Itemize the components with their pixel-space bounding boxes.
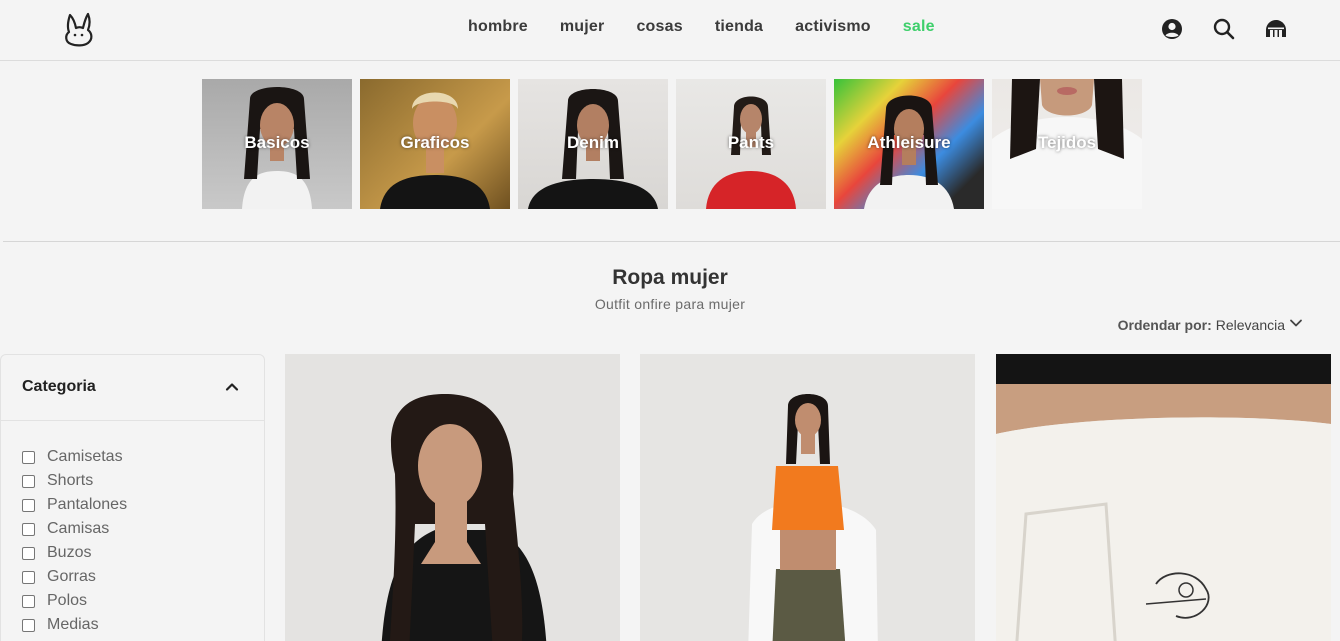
nav-item-activismo[interactable]: activismo xyxy=(795,18,871,36)
checkbox[interactable] xyxy=(22,546,35,560)
filter-option-shorts[interactable]: Shorts xyxy=(1,469,264,493)
filter-options: Camisetas Shorts Pantalones Camisas Buzo… xyxy=(1,421,264,637)
filter-option-label: Camisetas xyxy=(47,448,123,465)
sort-value: Relevancia xyxy=(1215,316,1285,333)
filter-option-pantalones[interactable]: Pantalones xyxy=(1,493,264,517)
product-image xyxy=(996,354,1331,641)
filter-option-buzos[interactable]: Buzos xyxy=(1,541,264,565)
user-icon[interactable] xyxy=(1160,17,1184,41)
category-card-denim[interactable]: Denim xyxy=(518,79,668,209)
category-label: Basicos xyxy=(244,133,310,152)
filter-sidebar: Categoria Camisetas Shorts Pantalones Ca… xyxy=(0,354,265,641)
filter-option-label: Medias xyxy=(47,616,99,633)
chevron-down-icon xyxy=(1289,316,1303,333)
checkbox[interactable] xyxy=(22,450,35,464)
filter-category-title: Categoria xyxy=(22,378,96,395)
product-card[interactable] xyxy=(996,354,1331,641)
filter-option-label: Polos xyxy=(47,592,88,609)
category-card-athleisure[interactable]: Athleisure xyxy=(834,79,984,209)
category-label: Graficos xyxy=(400,133,470,152)
filter-option-camisetas[interactable]: Camisetas xyxy=(1,445,264,469)
category-card-basicos[interactable]: Basicos xyxy=(202,79,352,209)
filter-option-label: Camisas xyxy=(47,520,110,537)
filter-option-gorras[interactable]: Gorras xyxy=(1,565,264,589)
checkbox[interactable] xyxy=(22,498,35,512)
bunny-logo-icon[interactable] xyxy=(62,11,96,47)
sort-dropdown[interactable]: Ordendar por: Relevancia xyxy=(1118,316,1303,333)
search-icon[interactable] xyxy=(1212,17,1236,41)
nav-item-hombre[interactable]: hombre xyxy=(468,18,528,36)
filter-option-label: Gorras xyxy=(47,568,96,585)
filter-option-camisas[interactable]: Camisas xyxy=(1,517,264,541)
category-label: Tejidos xyxy=(1037,133,1097,152)
nav-item-mujer[interactable]: mujer xyxy=(560,18,605,36)
nav-item-sale[interactable]: sale xyxy=(903,18,935,36)
category-carousel: Basicos Graficos Denim Pants Athleisure … xyxy=(202,79,1142,209)
checkbox[interactable] xyxy=(22,474,35,488)
main-nav: hombre mujer cosas tienda activismo sale xyxy=(468,18,935,36)
category-card-pants[interactable]: Pants xyxy=(676,79,826,209)
category-card-tejidos[interactable]: Tejidos xyxy=(992,79,1142,209)
filter-option-medias[interactable]: Medias xyxy=(1,613,264,637)
product-image xyxy=(381,394,547,641)
checkbox[interactable] xyxy=(22,594,35,608)
section-divider xyxy=(3,241,1340,242)
filter-option-label: Shorts xyxy=(47,472,94,489)
filter-option-polos[interactable]: Polos xyxy=(1,589,264,613)
filter-category-header[interactable]: Categoria xyxy=(1,355,264,421)
chevron-up-icon[interactable] xyxy=(224,379,240,395)
category-label: Denim xyxy=(567,133,619,152)
page-title: Ropa mujer xyxy=(612,266,728,289)
header-actions xyxy=(1160,17,1288,41)
product-card[interactable] xyxy=(640,354,975,641)
category-label: Athleisure xyxy=(867,133,951,152)
checkbox[interactable] xyxy=(22,570,35,584)
nav-item-tienda[interactable]: tienda xyxy=(715,18,763,36)
page-subtitle: Outfit onfire para mujer xyxy=(594,296,746,312)
checkbox[interactable] xyxy=(22,618,35,632)
cart-icon[interactable] xyxy=(1264,17,1288,41)
site-header: hombre mujer cosas tienda activismo sale xyxy=(0,0,1340,61)
checkbox[interactable] xyxy=(22,522,35,536)
category-card-graficos[interactable]: Graficos xyxy=(360,79,510,209)
filter-option-label: Pantalones xyxy=(47,496,128,513)
filter-option-label: Buzos xyxy=(47,544,92,561)
product-image xyxy=(748,394,878,641)
nav-item-cosas[interactable]: cosas xyxy=(636,18,682,36)
category-label: Pants xyxy=(727,133,775,152)
sort-label: Ordendar por: xyxy=(1117,316,1212,333)
product-card[interactable] xyxy=(285,354,620,641)
